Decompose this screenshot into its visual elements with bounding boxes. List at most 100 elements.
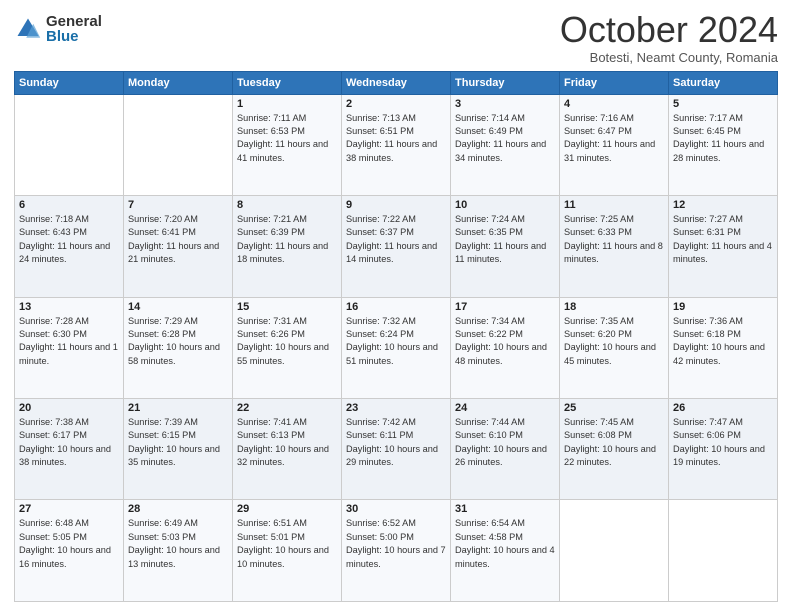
- day-number: 1: [237, 98, 337, 110]
- day-number: 26: [673, 402, 773, 414]
- calendar-cell: 1 Sunrise: 7:11 AM Sunset: 6:53 PM Daylig…: [233, 94, 342, 195]
- day-number: 19: [673, 301, 773, 313]
- day-number: 18: [564, 301, 664, 313]
- cell-info: Sunrise: 7:38 AM Sunset: 6:17 PM Dayligh…: [19, 416, 119, 469]
- logo: General Blue: [14, 14, 102, 44]
- day-number: 17: [455, 301, 555, 313]
- cell-info: Sunrise: 7:24 AM Sunset: 6:35 PM Dayligh…: [455, 213, 555, 266]
- day-number: 2: [346, 98, 446, 110]
- calendar-cell: 27 Sunrise: 6:48 AM Sunset: 5:05 PM Dayli…: [15, 500, 124, 602]
- day-number: 31: [455, 503, 555, 515]
- cell-info: Sunrise: 7:34 AM Sunset: 6:22 PM Dayligh…: [455, 315, 555, 368]
- cell-info: Sunrise: 7:25 AM Sunset: 6:33 PM Dayligh…: [564, 213, 664, 266]
- cell-info: Sunrise: 7:36 AM Sunset: 6:18 PM Dayligh…: [673, 315, 773, 368]
- day-number: 25: [564, 402, 664, 414]
- cell-info: Sunrise: 7:13 AM Sunset: 6:51 PM Dayligh…: [346, 112, 446, 165]
- calendar-cell: 25Sunrise: 7:45 AM Sunset: 6:08 PM Dayli…: [560, 399, 669, 500]
- calendar-week-3: 13 Sunrise: 7:28 AM Sunset: 6:30 PM Dayli…: [15, 297, 778, 398]
- logo-icon: [14, 15, 42, 43]
- cell-info: Sunrise: 7:22 AM Sunset: 6:37 PM Dayligh…: [346, 213, 446, 266]
- day-number: 4: [564, 98, 664, 110]
- calendar-cell: 5 Sunrise: 7:17 AM Sunset: 6:45 PM Daylig…: [669, 94, 778, 195]
- cell-info: Sunrise: 7:14 AM Sunset: 6:49 PM Dayligh…: [455, 112, 555, 165]
- day-number: 5: [673, 98, 773, 110]
- calendar-cell: 16Sunrise: 7:32 AM Sunset: 6:24 PM Dayli…: [342, 297, 451, 398]
- calendar-week-4: 20 Sunrise: 7:38 AM Sunset: 6:17 PM Dayli…: [15, 399, 778, 500]
- calendar-cell: 24Sunrise: 7:44 AM Sunset: 6:10 PM Dayli…: [451, 399, 560, 500]
- calendar-week-2: 6 Sunrise: 7:18 AM Sunset: 6:43 PM Daylig…: [15, 196, 778, 297]
- calendar-table: SundayMondayTuesdayWednesdayThursdayFrid…: [14, 71, 778, 602]
- title-block: October 2024 Botesti, Neamt County, Roma…: [560, 10, 778, 65]
- cell-info: Sunrise: 7:16 AM Sunset: 6:47 PM Dayligh…: [564, 112, 664, 165]
- calendar-cell: [15, 94, 124, 195]
- day-number: 11: [564, 199, 664, 211]
- cell-info: Sunrise: 7:35 AM Sunset: 6:20 PM Dayligh…: [564, 315, 664, 368]
- calendar-cell: 14 Sunrise: 7:29 AM Sunset: 6:28 PM Dayli…: [124, 297, 233, 398]
- cell-info: Sunrise: 7:20 AM Sunset: 6:41 PM Dayligh…: [128, 213, 228, 266]
- location: Botesti, Neamt County, Romania: [560, 50, 778, 65]
- day-number: 14: [128, 301, 228, 313]
- day-number: 9: [346, 199, 446, 211]
- cell-info: Sunrise: 7:28 AM Sunset: 6:30 PM Dayligh…: [19, 315, 119, 368]
- calendar-cell: 26 Sunrise: 7:47 AM Sunset: 6:06 PM Dayli…: [669, 399, 778, 500]
- day-number: 15: [237, 301, 337, 313]
- calendar-cell: 11 Sunrise: 7:25 AM Sunset: 6:33 PM Dayli…: [560, 196, 669, 297]
- calendar-cell: 21Sunrise: 7:39 AM Sunset: 6:15 PM Dayli…: [124, 399, 233, 500]
- cell-info: Sunrise: 6:48 AM Sunset: 5:05 PM Dayligh…: [19, 517, 119, 570]
- calendar-week-1: 1 Sunrise: 7:11 AM Sunset: 6:53 PM Daylig…: [15, 94, 778, 195]
- day-number: 27: [19, 503, 119, 515]
- calendar-cell: [124, 94, 233, 195]
- calendar-cell: 8 Sunrise: 7:21 AM Sunset: 6:39 PM Daylig…: [233, 196, 342, 297]
- day-number: 28: [128, 503, 228, 515]
- calendar-cell: 23 Sunrise: 7:42 AM Sunset: 6:11 PM Dayli…: [342, 399, 451, 500]
- cell-info: Sunrise: 6:51 AM Sunset: 5:01 PM Dayligh…: [237, 517, 337, 570]
- day-number: 10: [455, 199, 555, 211]
- calendar-cell: 7 Sunrise: 7:20 AM Sunset: 6:41 PM Daylig…: [124, 196, 233, 297]
- day-number: 16: [346, 301, 446, 313]
- cell-info: Sunrise: 6:49 AM Sunset: 5:03 PM Dayligh…: [128, 517, 228, 570]
- day-number: 3: [455, 98, 555, 110]
- calendar-cell: 13 Sunrise: 7:28 AM Sunset: 6:30 PM Dayli…: [15, 297, 124, 398]
- day-number: 8: [237, 199, 337, 211]
- calendar-cell: 2 Sunrise: 7:13 AM Sunset: 6:51 PM Daylig…: [342, 94, 451, 195]
- day-number: 7: [128, 199, 228, 211]
- cell-info: Sunrise: 7:39 AM Sunset: 6:15 PM Dayligh…: [128, 416, 228, 469]
- day-number: 13: [19, 301, 119, 313]
- month-title: October 2024: [560, 10, 778, 50]
- weekday-header-monday: Monday: [124, 71, 233, 94]
- cell-info: Sunrise: 7:21 AM Sunset: 6:39 PM Dayligh…: [237, 213, 337, 266]
- calendar-cell: 29 Sunrise: 6:51 AM Sunset: 5:01 PM Dayli…: [233, 500, 342, 602]
- calendar-cell: 6 Sunrise: 7:18 AM Sunset: 6:43 PM Daylig…: [15, 196, 124, 297]
- cell-info: Sunrise: 7:18 AM Sunset: 6:43 PM Dayligh…: [19, 213, 119, 266]
- logo-general: General: [46, 14, 102, 29]
- weekday-header-thursday: Thursday: [451, 71, 560, 94]
- calendar-cell: [669, 500, 778, 602]
- calendar-cell: 22Sunrise: 7:41 AM Sunset: 6:13 PM Dayli…: [233, 399, 342, 500]
- calendar-cell: 3 Sunrise: 7:14 AM Sunset: 6:49 PM Daylig…: [451, 94, 560, 195]
- calendar-cell: 30 Sunrise: 6:52 AM Sunset: 5:00 PM Dayli…: [342, 500, 451, 602]
- day-number: 30: [346, 503, 446, 515]
- cell-info: Sunrise: 7:31 AM Sunset: 6:26 PM Dayligh…: [237, 315, 337, 368]
- cell-info: Sunrise: 7:17 AM Sunset: 6:45 PM Dayligh…: [673, 112, 773, 165]
- day-number: 20: [19, 402, 119, 414]
- cell-info: Sunrise: 7:29 AM Sunset: 6:28 PM Dayligh…: [128, 315, 228, 368]
- calendar-cell: 12Sunrise: 7:27 AM Sunset: 6:31 PM Dayli…: [669, 196, 778, 297]
- cell-info: Sunrise: 7:42 AM Sunset: 6:11 PM Dayligh…: [346, 416, 446, 469]
- cell-info: Sunrise: 6:52 AM Sunset: 5:00 PM Dayligh…: [346, 517, 446, 570]
- day-number: 29: [237, 503, 337, 515]
- day-number: 12: [673, 199, 773, 211]
- calendar-cell: 31Sunrise: 6:54 AM Sunset: 4:58 PM Dayli…: [451, 500, 560, 602]
- cell-info: Sunrise: 7:47 AM Sunset: 6:06 PM Dayligh…: [673, 416, 773, 469]
- calendar-cell: [560, 500, 669, 602]
- calendar-cell: 20 Sunrise: 7:38 AM Sunset: 6:17 PM Dayli…: [15, 399, 124, 500]
- logo-blue: Blue: [46, 29, 102, 44]
- weekday-header-tuesday: Tuesday: [233, 71, 342, 94]
- day-number: 6: [19, 199, 119, 211]
- calendar-header: SundayMondayTuesdayWednesdayThursdayFrid…: [15, 71, 778, 94]
- weekday-row: SundayMondayTuesdayWednesdayThursdayFrid…: [15, 71, 778, 94]
- cell-info: Sunrise: 7:11 AM Sunset: 6:53 PM Dayligh…: [237, 112, 337, 165]
- weekday-header-friday: Friday: [560, 71, 669, 94]
- calendar-cell: 15 Sunrise: 7:31 AM Sunset: 6:26 PM Dayli…: [233, 297, 342, 398]
- logo-text: General Blue: [46, 14, 102, 44]
- day-number: 23: [346, 402, 446, 414]
